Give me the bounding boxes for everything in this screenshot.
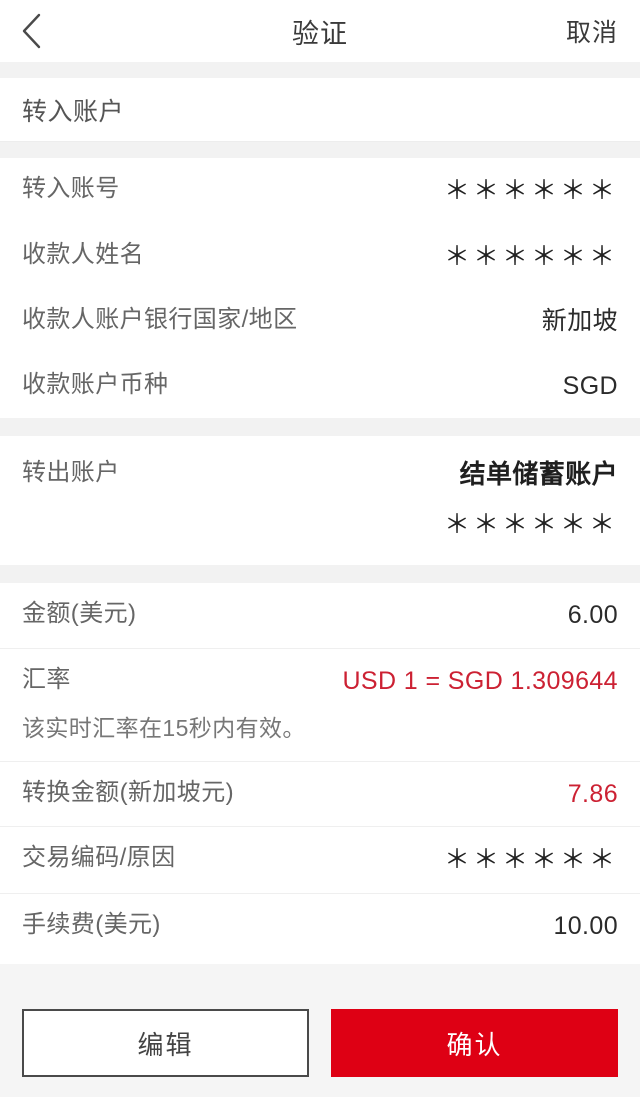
payee-section-header-card: 转入账户 (0, 78, 640, 142)
fee-row: 手续费(美元) 10.00 (0, 892, 640, 964)
row-value: SGD (562, 371, 618, 400)
cancel-button[interactable]: 取消 (566, 13, 618, 49)
back-button[interactable] (0, 0, 62, 62)
header-gap (0, 62, 640, 78)
rate-row: 汇率 USD 1 = SGD 1.309644 (0, 647, 640, 707)
row-label: 收款账户币种 (22, 370, 169, 398)
verification-screen: 验证 取消 转入账户 转入账号 ＊＊＊＊＊＊ 收款人姓名 ＊＊＊＊＊＊ 收款人账… (0, 0, 640, 1097)
amount-label: 金额(美元) (22, 600, 137, 628)
converted-amount-label: 转换金额(新加坡元) (22, 778, 234, 806)
payer-label: 转出账户 (22, 458, 120, 486)
converted-amount-value: 7.86 (567, 779, 618, 808)
row-label: 收款人账户银行国家/地区 (22, 306, 298, 334)
purpose-value: ＊＊＊＊＊＊ (443, 844, 618, 874)
payer-account-card: 转出账户 结单储蓄账户 ＊＊＊＊＊＊ (0, 435, 640, 566)
chevron-left-icon (20, 12, 42, 50)
payer-account-row: 转出账户 结单储蓄账户 ＊＊＊＊＊＊ (0, 436, 640, 565)
app-header: 验证 取消 (0, 0, 640, 62)
payee-details-card: 转入账号 ＊＊＊＊＊＊ 收款人姓名 ＊＊＊＊＊＊ 收款人账户银行国家/地区 新加… (0, 158, 640, 418)
payee-gap (0, 142, 640, 158)
transaction-details-card: 金额(美元) 6.00 汇率 USD 1 = SGD 1.309644 该实时汇… (0, 583, 640, 964)
table-row: 收款人账户银行国家/地区 新加坡 (0, 289, 640, 353)
page-title: 验证 (292, 18, 348, 49)
rate-label: 汇率 (22, 665, 71, 693)
converted-amount-row: 转换金额(新加坡元) 7.86 (0, 760, 640, 826)
table-row: 收款人姓名 ＊＊＊＊＊＊ (0, 224, 640, 290)
table-row: 转入账号 ＊＊＊＊＊＊ (0, 158, 640, 224)
row-value: ＊＊＊＊＊＊ (443, 240, 618, 271)
rate-value: USD 1 = SGD 1.309644 (342, 666, 618, 695)
payer-gap (0, 417, 640, 436)
row-value: 新加坡 (541, 307, 618, 336)
footer-actions: 编辑 确认 (0, 1009, 640, 1097)
confirm-button[interactable]: 确认 (331, 1009, 618, 1077)
payer-account-name: 结单储蓄账户 (459, 458, 618, 489)
table-row: 收款账户币种 SGD (0, 354, 640, 418)
rate-validity-note: 该实时汇率在15秒内有效。 (22, 714, 306, 741)
row-label: 转入账号 (22, 175, 120, 202)
fee-value: 10.00 (553, 911, 618, 940)
purpose-row: 交易编码/原因 ＊＊＊＊＊＊ (0, 826, 640, 893)
details-gap (0, 565, 640, 584)
row-label: 收款人姓名 (22, 240, 144, 268)
footer-spacer (0, 963, 640, 1009)
row-value: ＊＊＊＊＊＊ (443, 175, 618, 205)
payee-section-title: 转入账户 (0, 78, 640, 142)
payer-account-number: ＊＊＊＊＊＊ (443, 508, 618, 539)
fee-label: 手续费(美元) (22, 910, 161, 938)
amount-row: 金额(美元) 6.00 (0, 583, 640, 647)
amount-value: 6.00 (567, 601, 618, 630)
purpose-label: 交易编码/原因 (22, 844, 176, 871)
edit-button[interactable]: 编辑 (22, 1009, 309, 1077)
payer-value-stack: 结单储蓄账户 ＊＊＊＊＊＊ (444, 456, 618, 543)
